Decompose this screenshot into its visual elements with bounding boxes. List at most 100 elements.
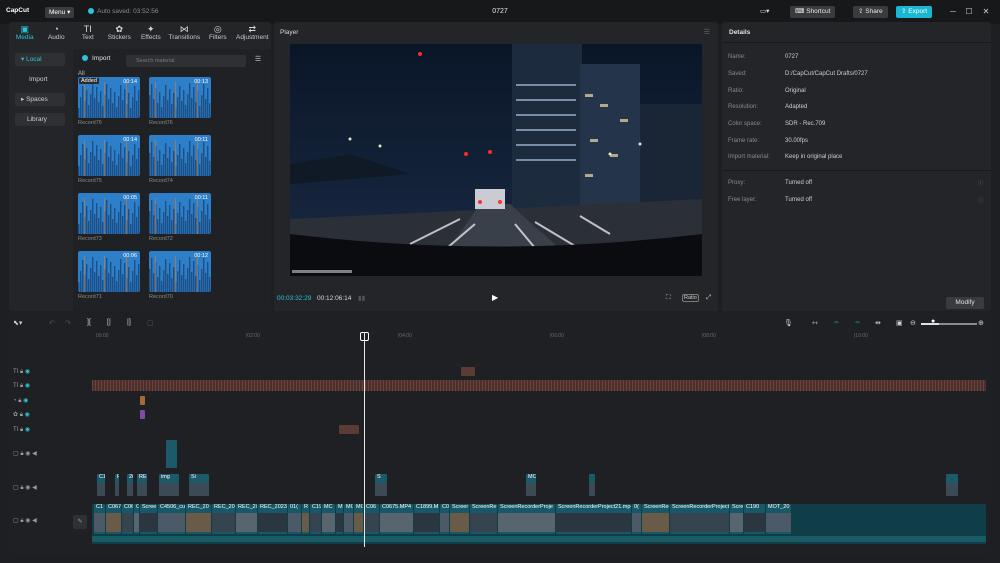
track-header-main[interactable]: ▢ 🔒︎ ◉ ◀ xyxy=(13,517,37,525)
fullscreen-crop-icon[interactable]: ⛶ xyxy=(666,294,671,302)
sidebar-item-spaces[interactable]: ▸ Spaces xyxy=(15,93,65,106)
trim-right-icon[interactable]: |] xyxy=(127,319,131,326)
eye-icon[interactable]: ◉ xyxy=(25,485,30,491)
eye-icon[interactable]: ◉ xyxy=(25,451,30,457)
redo-icon[interactable]: ↷ xyxy=(65,319,71,327)
effect-clip[interactable] xyxy=(140,396,145,405)
tab-transitions[interactable]: ⋈ Transitions xyxy=(167,22,202,46)
main-clip[interactable]: ScreenRec xyxy=(642,504,669,534)
expand-icon[interactable]: ⤢ xyxy=(706,294,711,302)
overlay-clip[interactable]: R xyxy=(115,474,119,496)
modify-button[interactable]: Modify xyxy=(946,297,984,309)
main-clip[interactable]: C067 xyxy=(106,504,121,534)
search-input[interactable]: Search material xyxy=(126,55,246,67)
eye-icon[interactable]: ◉ xyxy=(25,369,30,375)
main-clip[interactable]: C xyxy=(134,504,139,534)
track-header-video[interactable]: ▢ 🔒︎ ◉ ◀ xyxy=(13,484,37,492)
lock-icon[interactable]: 🔒︎ xyxy=(20,451,23,457)
tab-media[interactable]: ▣ Media xyxy=(9,22,41,46)
media-item[interactable]: 00:11 xyxy=(149,135,211,176)
main-clip[interactable]: 0( xyxy=(632,504,641,534)
overlay-clip[interactable]: MO xyxy=(526,474,536,496)
split-icon[interactable]: ][ xyxy=(87,319,91,326)
lock-icon[interactable]: 🔒︎ xyxy=(20,383,23,389)
sticker-clip[interactable] xyxy=(140,410,145,419)
tab-text[interactable]: TI Text xyxy=(72,22,104,46)
track-header-effect[interactable]: ◔ 🔒︎ ◉ xyxy=(13,397,28,405)
zoom-out-icon[interactable]: ⊖ xyxy=(910,319,916,327)
tab-adjustment[interactable]: ⇄ Adjustment xyxy=(234,22,271,46)
playhead[interactable] xyxy=(364,332,365,547)
shortcut-button[interactable]: ⌨ Shortcut xyxy=(790,6,836,18)
media-item[interactable]: 00:06 xyxy=(78,251,140,292)
audio-icon[interactable]: ◀ xyxy=(32,518,37,524)
delete-icon[interactable]: ▢ xyxy=(147,319,154,327)
record-audio-icon[interactable]: 🎙 xyxy=(784,319,793,327)
eye-icon[interactable]: ◉ xyxy=(23,398,28,404)
preview-axis-icon[interactable]: ⇹ xyxy=(875,319,881,327)
zoom-in-icon[interactable]: ⊕ xyxy=(978,319,984,327)
lock-icon[interactable]: 🔒︎ xyxy=(18,398,21,404)
link-icon[interactable]: ⇿ xyxy=(812,319,818,327)
player-menu-icon[interactable]: ☰ xyxy=(704,28,710,36)
lock-icon[interactable]: 🔒︎ xyxy=(20,427,23,433)
snap-icon[interactable]: ⇔ xyxy=(854,319,861,326)
main-clip[interactable]: C1899.M xyxy=(414,504,439,534)
play-button[interactable]: ▶ xyxy=(492,293,498,302)
zoom-slider[interactable] xyxy=(939,323,977,325)
main-clip[interactable]: Screer xyxy=(450,504,469,534)
media-item[interactable]: 00:11 xyxy=(149,193,211,234)
overlay-clip[interactable] xyxy=(946,474,958,496)
track-header-sticker[interactable]: ✿ 🔒︎ ◉ xyxy=(13,411,30,419)
media-item[interactable]: 00:13 xyxy=(149,77,211,118)
lock-icon[interactable]: 🔒︎ xyxy=(20,369,23,375)
trim-left-icon[interactable]: [| xyxy=(107,319,111,326)
tab-filters[interactable]: ◎ Filters xyxy=(202,22,234,46)
import-button[interactable]: Import xyxy=(82,55,110,62)
lock-icon[interactable]: 🔒︎ xyxy=(20,412,23,418)
waveform-toggle-icon[interactable]: ▮▮ xyxy=(358,294,365,302)
overlay-clip[interactable]: Si xyxy=(189,474,209,496)
menu-button[interactable]: Menu ▾ xyxy=(45,7,75,18)
minimize-icon[interactable]: ─ xyxy=(947,6,959,18)
eye-icon[interactable]: ◉ xyxy=(25,412,30,418)
tab-effects[interactable]: ✦ Effects xyxy=(135,22,167,46)
text-clip-long[interactable] xyxy=(92,380,986,391)
eye-icon[interactable]: ◉ xyxy=(25,383,30,389)
main-clip[interactable]: MO xyxy=(354,504,363,534)
main-clip[interactable]: R xyxy=(302,504,309,534)
main-clip[interactable]: C4506_cut xyxy=(158,504,185,534)
overlay-clip[interactable]: S xyxy=(375,474,387,496)
sidebar-item-library[interactable]: Library xyxy=(15,113,65,126)
main-clip[interactable]: ScreenRecorderProject21.mp4 xyxy=(556,504,631,534)
main-clip[interactable]: Scre xyxy=(730,504,743,534)
main-clip[interactable]: C19 xyxy=(310,504,321,534)
ratio-button[interactable]: Ratio xyxy=(682,294,699,302)
main-clip[interactable]: Scree xyxy=(140,504,157,534)
main-clip[interactable]: 01( xyxy=(288,504,301,534)
layout-icon[interactable]: ▭▾ xyxy=(755,6,774,18)
main-clip[interactable]: ScreenRecorderProje xyxy=(498,504,555,534)
overlay-clip[interactable]: 2023 xyxy=(127,474,133,496)
eye-icon[interactable]: ◉ xyxy=(25,427,30,433)
sidebar-item-local[interactable]: ▾ Local xyxy=(15,53,65,66)
main-clip[interactable]: ScreenRe xyxy=(470,504,497,534)
track-header-video[interactable]: ▢ 🔒︎ ◉ ◀ xyxy=(13,450,37,458)
main-clip[interactable]: M xyxy=(336,504,343,534)
overlay-clip[interactable] xyxy=(589,474,595,496)
text-clip[interactable] xyxy=(339,425,359,434)
audio-icon[interactable]: ◀ xyxy=(32,485,37,491)
track-header-text[interactable]: TI 🔒︎ ◉ xyxy=(13,382,30,390)
main-clip[interactable]: REC_202 xyxy=(212,504,235,534)
maximize-icon[interactable]: ☐ xyxy=(963,6,975,18)
fit-icon[interactable]: ▣ xyxy=(896,319,903,327)
lock-icon[interactable]: 🔒︎ xyxy=(20,485,23,491)
timeline-ruler[interactable]: 00:00 |02:00 |04:00 |06:00 |08:00 |10:00 xyxy=(96,333,986,343)
share-button[interactable]: ⇪ Share xyxy=(853,6,888,18)
main-clip[interactable]: C0 xyxy=(440,504,449,534)
main-clip[interactable]: REC_20 xyxy=(186,504,211,534)
main-clip[interactable]: C0675.MP4 xyxy=(380,504,413,534)
media-item[interactable]: 00:14 Added xyxy=(78,77,140,118)
undo-icon[interactable]: ↶ xyxy=(49,319,55,327)
eye-icon[interactable]: ◉ xyxy=(25,518,30,524)
